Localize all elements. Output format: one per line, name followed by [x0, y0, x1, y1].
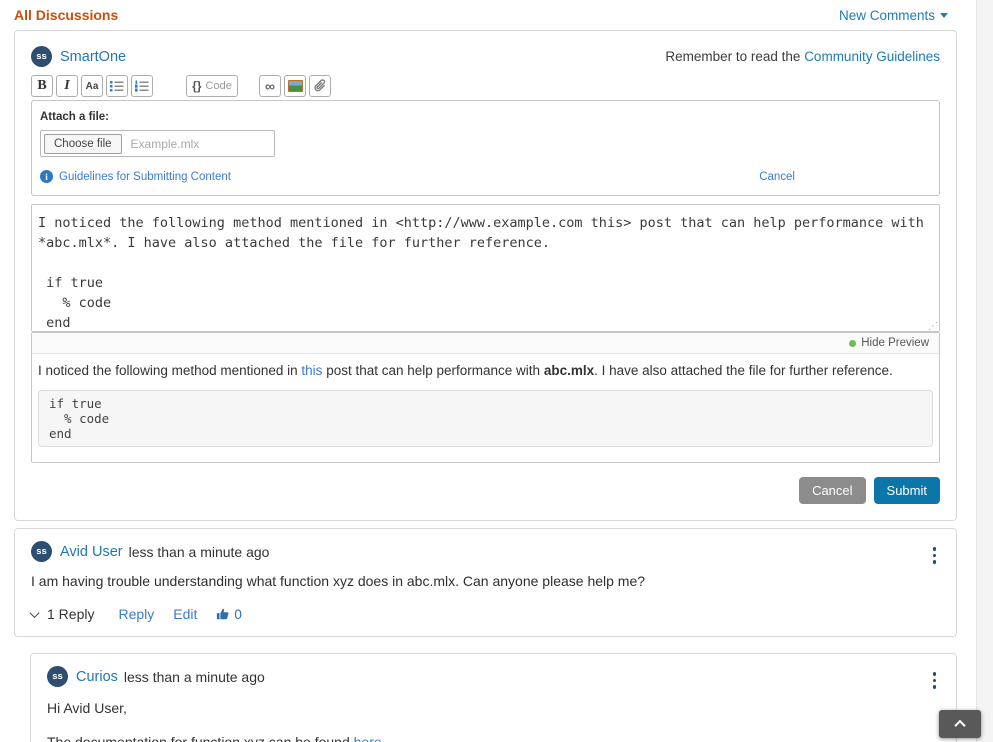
sort-label: New Comments	[839, 8, 935, 23]
sort-dropdown[interactable]: New Comments	[839, 8, 948, 23]
reply-here-link[interactable]: here	[354, 734, 382, 742]
code-label: Code	[206, 80, 232, 92]
reminder-text: Remember to read the	[665, 49, 804, 64]
scrollbar[interactable]	[976, 0, 993, 742]
file-input[interactable]: Choose file Example.mlx	[40, 130, 275, 157]
formatting-toolbar: B I Aa {} Code ∞	[31, 75, 940, 97]
preview-text: post that can help performance with	[322, 363, 543, 378]
attach-file-label: Attach a file:	[40, 111, 931, 123]
preview-code-block: if true % code end	[38, 390, 933, 447]
reply-header: ss Curios less than a minute ago	[47, 666, 940, 687]
preview-status-dot	[849, 340, 856, 347]
comment-textarea[interactable]: I noticed the following method mentioned…	[31, 204, 940, 332]
scroll-to-top-button[interactable]	[939, 710, 981, 738]
reply-timestamp: less than a minute ago	[124, 669, 265, 685]
preview-bold-text: abc.mlx	[544, 363, 594, 378]
numbered-list-icon	[135, 80, 149, 92]
link-icon: ∞	[265, 78, 275, 94]
preview-text: . I have also attached the file for furt…	[594, 363, 893, 378]
comment-timestamp: less than a minute ago	[129, 544, 270, 560]
author-link[interactable]: SmartOne	[60, 49, 126, 65]
image-icon	[288, 80, 303, 92]
editor-header: ss SmartOne Remember to read the Communi…	[31, 46, 940, 67]
attach-file-button[interactable]	[309, 75, 331, 97]
submitting-content-guidelines-link[interactable]: Guidelines for Submitting Content	[59, 171, 231, 183]
info-icon	[40, 170, 53, 183]
comment-body: I am having trouble understanding what f…	[31, 573, 940, 589]
comment-author-link[interactable]: Avid User	[60, 544, 123, 560]
reply-card: ss Curios less than a minute ago Hi Avid…	[30, 653, 957, 742]
discussions-page: All Discussions New Comments ss SmartOne…	[0, 0, 993, 742]
comment-editor-card: ss SmartOne Remember to read the Communi…	[14, 30, 957, 521]
bullet-list-icon	[110, 80, 124, 92]
top-bar: All Discussions New Comments	[0, 0, 993, 23]
preview-body: I noticed the following method mentioned…	[32, 354, 939, 462]
caret-down-icon	[940, 13, 948, 18]
attach-file-panel: Attach a file: Choose file Example.mlx G…	[31, 100, 940, 196]
reply-greeting: Hi Avid User,	[47, 700, 940, 716]
choose-file-button[interactable]: Choose file	[44, 134, 122, 154]
cancel-button[interactable]: Cancel	[799, 477, 865, 504]
preview-header: Hide Preview	[32, 333, 939, 354]
comment-header: ss Avid User less than a minute ago	[31, 541, 940, 562]
comment-footer: 1 Reply Reply Edit 0	[31, 606, 940, 622]
avatar[interactable]: ss	[47, 666, 68, 687]
insert-image-button[interactable]	[284, 75, 306, 97]
replies-count-toggle[interactable]: 1 Reply	[47, 606, 94, 622]
italic-button[interactable]: I	[56, 75, 78, 97]
community-guidelines-link[interactable]: Community Guidelines	[804, 49, 940, 64]
file-input-placeholder: Example.mlx	[131, 137, 200, 151]
guidelines-reminder: Remember to read the Community Guideline…	[665, 49, 940, 64]
hide-preview-toggle[interactable]: Hide Preview	[861, 337, 929, 349]
code-braces-icon: {}	[192, 79, 201, 93]
bold-button[interactable]: B	[31, 75, 53, 97]
preview-panel: Hide Preview I noticed the following met…	[31, 332, 940, 463]
chevron-up-icon	[954, 720, 965, 731]
like-button[interactable]: 0	[216, 607, 242, 622]
preview-paragraph: I noticed the following method mentioned…	[38, 363, 933, 378]
bullet-list-button[interactable]	[106, 75, 128, 97]
font-size-button[interactable]: Aa	[81, 75, 103, 97]
attach-panel-footer: Guidelines for Submitting Content Cancel	[40, 170, 931, 183]
comment-card: ss Avid User less than a minute ago I am…	[14, 528, 957, 637]
edit-link[interactable]: Edit	[173, 606, 197, 622]
reply-options-kebab-icon[interactable]	[931, 670, 939, 691]
reply-body: The documentation for function xyz can b…	[47, 734, 940, 742]
like-count: 0	[234, 607, 242, 622]
avatar[interactable]: ss	[31, 541, 52, 562]
breadcrumb-all-discussions[interactable]: All Discussions	[14, 7, 118, 23]
numbered-list-button[interactable]	[131, 75, 153, 97]
thumbs-up-icon	[216, 607, 230, 621]
submit-button[interactable]: Submit	[874, 477, 940, 504]
attach-cancel-link[interactable]: Cancel	[759, 171, 795, 183]
preview-this-link[interactable]: this	[301, 363, 322, 378]
editor-textarea-wrap: I noticed the following method mentioned…	[31, 204, 940, 332]
paperclip-icon	[313, 79, 327, 93]
reply-author-link[interactable]: Curios	[76, 669, 118, 685]
avatar[interactable]: ss	[31, 46, 52, 67]
editor-buttons: Cancel Submit	[31, 477, 940, 504]
insert-link-button[interactable]: ∞	[259, 75, 281, 97]
comment-options-kebab-icon[interactable]	[931, 545, 939, 566]
reply-text: The documentation for function xyz can b…	[47, 734, 354, 742]
preview-text: I noticed the following method mentioned…	[38, 363, 301, 378]
collapse-replies-chevron-icon[interactable]	[30, 608, 40, 618]
reply-text: .	[382, 734, 390, 742]
reply-link[interactable]: Reply	[118, 606, 154, 622]
code-button[interactable]: {} Code	[186, 75, 238, 97]
